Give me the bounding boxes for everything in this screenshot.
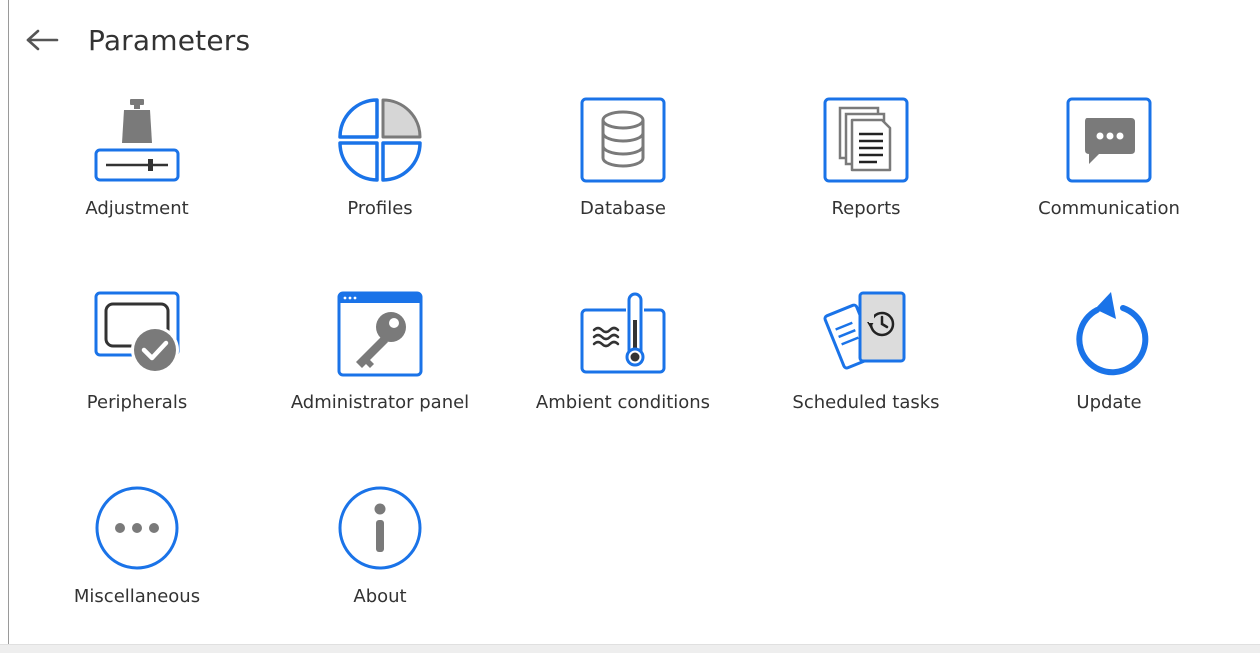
header: Parameters [22,14,250,66]
tile-label: Database [580,198,666,219]
arrow-left-icon [26,29,59,51]
tile-miscellaneous[interactable]: Miscellaneous [37,484,237,644]
tile-database[interactable]: Database [523,96,723,256]
page-title: Parameters [88,23,251,57]
tile-label: Reports [831,198,901,219]
parameters-screen: Parameters Adjustment Profiles Database … [0,0,1260,653]
database-icon [579,96,667,184]
tile-label: Communication [1038,198,1180,219]
left-border [8,0,9,644]
tile-reports[interactable]: Reports [766,96,966,256]
tile-adjustment[interactable]: Adjustment [37,96,237,256]
tile-update[interactable]: Update [1009,290,1209,450]
scheduled-tasks-icon [822,290,910,378]
tile-peripherals[interactable]: Peripherals [37,290,237,450]
tile-scheduled-tasks[interactable]: Scheduled tasks [766,290,966,450]
bottom-bar [0,644,1260,653]
chat-bubble-icon [1065,96,1153,184]
tile-label: Miscellaneous [73,586,201,607]
tile-label: Peripherals [86,392,188,413]
thermometer-icon [579,290,667,378]
tile-label: Administrator panel [290,392,470,413]
tile-label: Scheduled tasks [792,392,940,413]
tile-administrator-panel[interactable]: Administrator panel [280,290,480,450]
more-dots-icon [93,484,181,572]
tile-about[interactable]: About [280,484,480,644]
key-window-icon [336,290,424,378]
tile-label: Adjustment [85,198,189,219]
tile-label: Ambient conditions [535,392,711,413]
tile-ambient-conditions[interactable]: Ambient conditions [523,290,723,450]
tile-profiles[interactable]: Profiles [280,96,480,256]
tile-communication[interactable]: Communication [1009,96,1209,256]
refresh-icon [1065,290,1153,378]
tile-label: Profiles [347,198,413,219]
back-button[interactable] [22,20,62,60]
tile-label: Update [1076,392,1142,413]
weight-adjustment-icon [93,96,181,184]
tablet-check-icon [93,290,181,378]
info-icon [336,484,424,572]
reports-icon [822,96,910,184]
tile-label: About [353,586,407,607]
pie-profiles-icon [336,96,424,184]
